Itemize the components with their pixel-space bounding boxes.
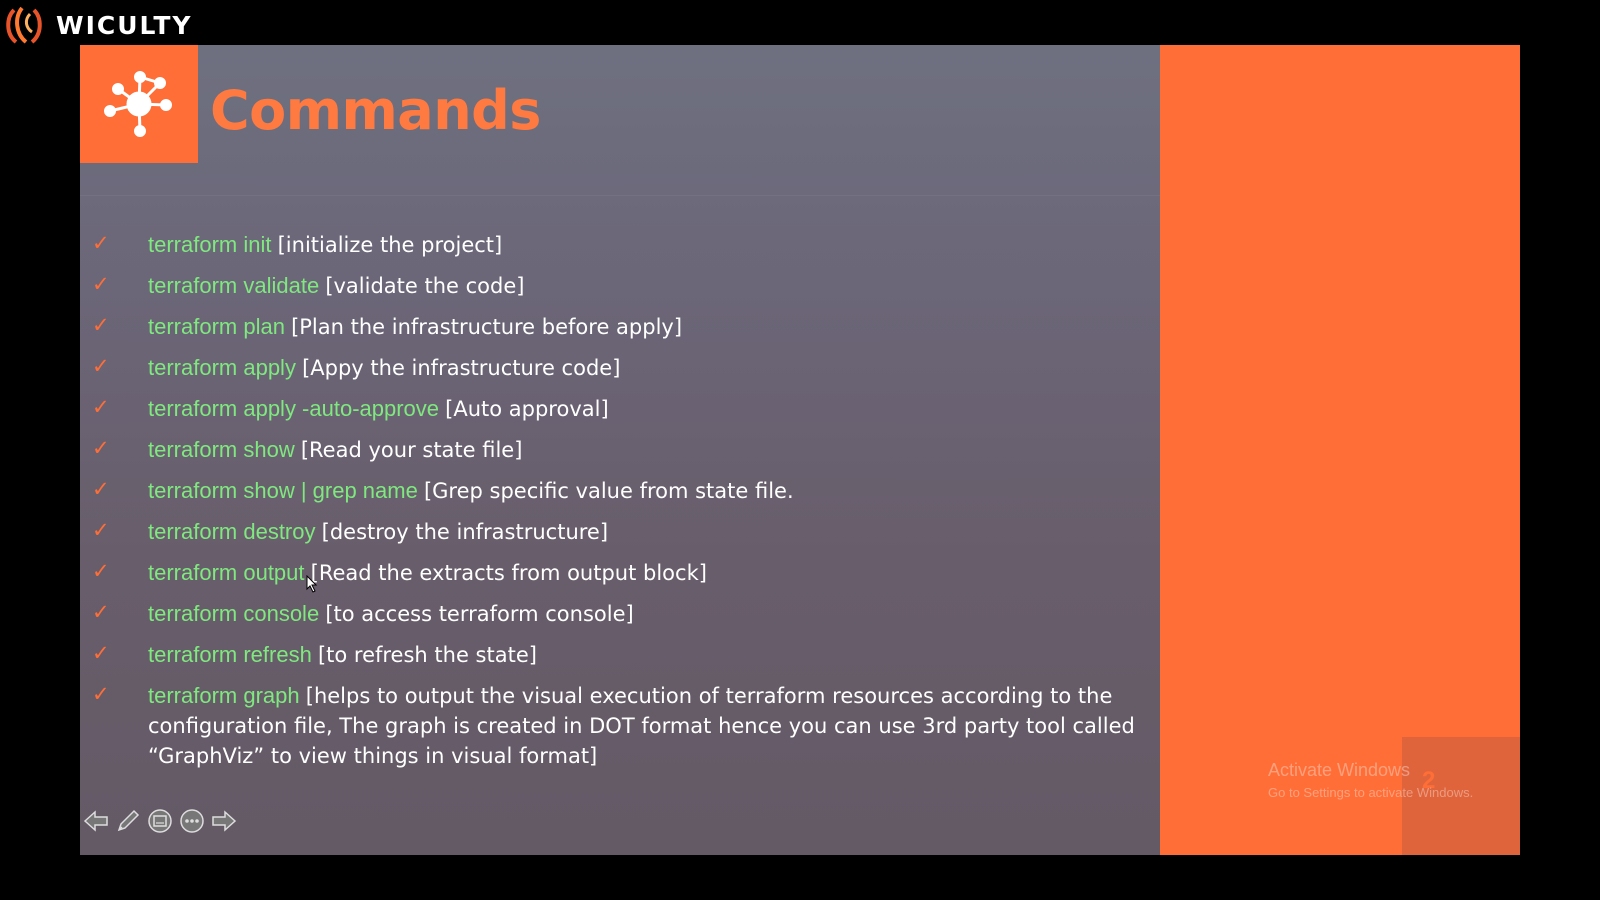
checkmark-icon: ✓ xyxy=(92,559,110,583)
checkmark-icon: ✓ xyxy=(92,313,110,337)
pen-icon xyxy=(117,809,140,832)
next-slide-button[interactable] xyxy=(210,807,238,835)
command-item: ✓ terraform validate [validate the code] xyxy=(92,271,1152,301)
command-item: ✓ terraform graph [helps to output the vi… xyxy=(92,681,1152,771)
network-hub-icon xyxy=(104,71,172,137)
checkmark-icon: ✓ xyxy=(92,272,110,296)
header-divider xyxy=(80,195,1160,196)
command-name: terraform apply xyxy=(148,355,296,380)
command-list: ✓ terraform init [initialize the project]… xyxy=(92,230,1152,782)
command-item: ✓ terraform init [initialize the project] xyxy=(92,230,1152,260)
command-name: terraform validate xyxy=(148,273,320,298)
command-description: [Read your state file] xyxy=(300,438,523,462)
command-description: [to refresh the state] xyxy=(317,643,537,667)
slideshow-controls xyxy=(82,807,238,835)
arrow-right-icon xyxy=(212,810,237,832)
previous-slide-button[interactable] xyxy=(82,807,110,835)
wiculty-logo-icon xyxy=(6,6,42,44)
command-item: ✓ terraform apply -auto-approve [Auto app… xyxy=(92,394,1152,424)
command-name: terraform plan xyxy=(148,314,285,339)
watermark-subtitle: Go to Settings to activate Windows. xyxy=(1268,785,1474,800)
command-name: terraform console xyxy=(148,601,320,626)
command-item: ✓ terraform plan [Plan the infrastructure… xyxy=(92,312,1152,342)
checkmark-icon: ✓ xyxy=(92,231,110,255)
command-description: [validate the code] xyxy=(325,274,525,298)
command-name: terraform destroy xyxy=(148,519,316,544)
command-description: [Auto approval] xyxy=(445,397,609,421)
command-item: ✓ terraform output [Read the extracts fro… xyxy=(92,558,1152,588)
pen-tool-button[interactable] xyxy=(114,807,142,835)
checkmark-icon: ✓ xyxy=(92,477,110,501)
command-description: [destroy the infrastructure] xyxy=(321,520,609,544)
watermark-title: Activate Windows xyxy=(1268,760,1411,780)
command-name: terraform apply -auto-approve xyxy=(148,396,440,421)
command-item: ✓ terraform refresh [to refresh the state… xyxy=(92,640,1152,670)
command-description: [to access terraform console] xyxy=(325,602,634,626)
command-name: terraform graph xyxy=(148,683,300,708)
command-item: ✓ terraform show | grep name [Grep specif… xyxy=(92,476,1152,506)
command-name: terraform show | grep name xyxy=(148,478,418,503)
checkmark-icon: ✓ xyxy=(92,518,110,542)
checkmark-icon: ✓ xyxy=(92,395,110,419)
command-description: [Grep specific value from state file. xyxy=(423,479,794,503)
command-name: terraform show xyxy=(148,437,295,462)
command-item: ✓ terraform console [to access terraform … xyxy=(92,599,1152,629)
more-options-button[interactable] xyxy=(178,807,206,835)
checkmark-icon: ✓ xyxy=(92,436,110,460)
brand-name: WICULTY xyxy=(56,10,193,40)
command-description: [initialize the project] xyxy=(277,233,503,257)
checkmark-icon: ✓ xyxy=(92,354,110,378)
arrow-left-icon xyxy=(83,810,108,832)
more-icon xyxy=(180,809,204,833)
slide: Commands ✓ terraform init [initialize the… xyxy=(80,45,1520,855)
command-name: terraform refresh xyxy=(148,642,312,667)
slides-icon xyxy=(148,809,172,833)
mouse-cursor-icon xyxy=(306,575,318,593)
activation-watermark: Activate Windows Go to Settings to activ… xyxy=(1268,760,1473,800)
command-item: ✓ terraform destroy [destroy the infrastr… xyxy=(92,517,1152,547)
command-description: [Appy the infrastructure code] xyxy=(302,356,621,380)
command-item: ✓ terraform show [Read your state file] xyxy=(92,435,1152,465)
brand: WICULTY xyxy=(4,4,192,46)
checkmark-icon: ✓ xyxy=(92,600,110,624)
command-name: terraform output xyxy=(148,560,305,585)
checkmark-icon: ✓ xyxy=(92,641,110,665)
command-item: ✓ terraform apply [Appy the infrastructur… xyxy=(92,353,1152,383)
checkmark-icon: ✓ xyxy=(92,682,110,706)
slide-title: Commands xyxy=(210,79,541,142)
command-description: [Plan the infrastructure before apply] xyxy=(291,315,683,339)
command-description: [Read the extracts from output block] xyxy=(310,561,707,585)
side-panel xyxy=(1160,45,1520,855)
command-name: terraform init xyxy=(148,232,272,257)
slides-menu-button[interactable] xyxy=(146,807,174,835)
title-icon-box xyxy=(80,45,198,163)
